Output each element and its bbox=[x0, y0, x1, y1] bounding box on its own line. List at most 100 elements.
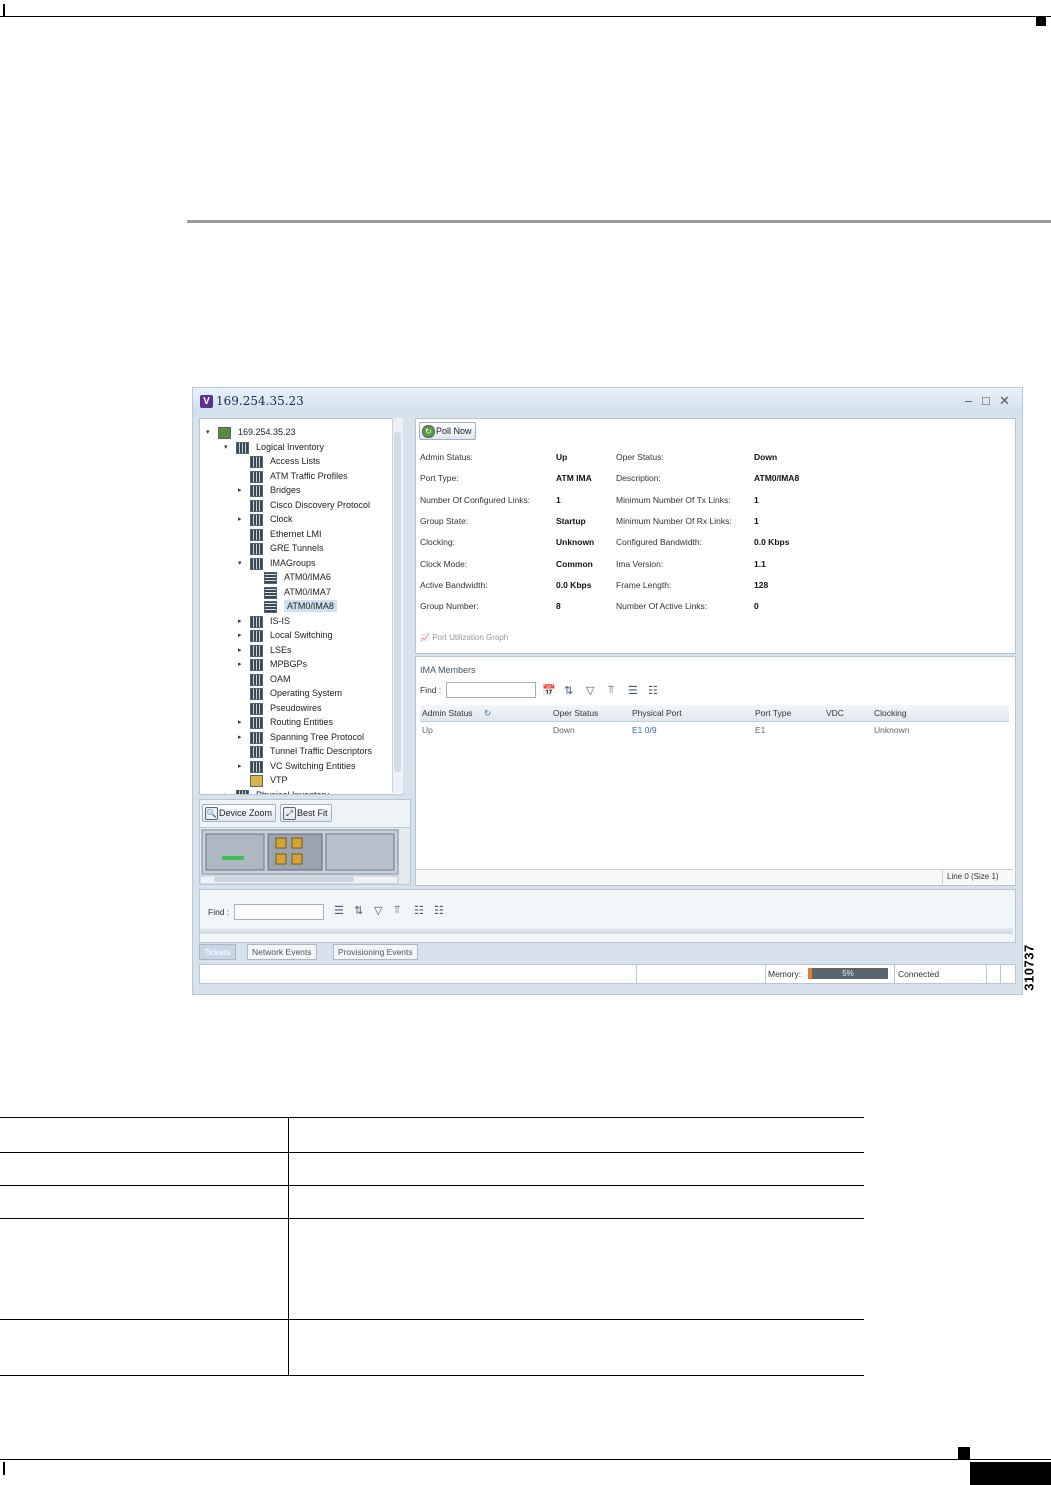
figure-id-text: 310737 bbox=[1021, 944, 1037, 991]
tree-item-atm0-ima6[interactable]: ATM0/IMA6 bbox=[284, 571, 331, 583]
sort-az-icon[interactable]: ⇅ bbox=[564, 684, 573, 697]
tree-expander-icon[interactable]: ▸ bbox=[238, 660, 242, 668]
line-count: Line 0 (Size 1) bbox=[942, 870, 999, 884]
sort-az-icon[interactable]: ⇅ bbox=[354, 904, 363, 917]
properties-panel: ↻ Poll Now 📈 Port Utilization Graph Admi… bbox=[415, 418, 1016, 654]
cell-physical-port-link[interactable]: E1 0/9 bbox=[632, 725, 657, 735]
col-vdc[interactable]: VDC bbox=[826, 708, 844, 718]
tree-item-atm0-ima7[interactable]: ATM0/IMA7 bbox=[284, 586, 331, 598]
tree-expander-icon[interactable]: ▸ bbox=[238, 733, 242, 741]
tree-item-logical-inventory[interactable]: Logical Inventory bbox=[256, 441, 324, 453]
tree-expander-icon[interactable]: ▸ bbox=[238, 486, 242, 494]
copy-icon[interactable]: ☷ bbox=[434, 904, 444, 917]
members-table-header: Admin Status ↻ Oper Status Physical Port… bbox=[420, 705, 1009, 722]
calendar-icon[interactable]: 📅 bbox=[542, 684, 556, 697]
col-port-type[interactable]: Port Type bbox=[755, 708, 791, 718]
tree-item-operating-system[interactable]: Operating System bbox=[270, 687, 342, 699]
cell-clocking: Unknown bbox=[874, 725, 910, 735]
events-find-input[interactable] bbox=[234, 904, 324, 920]
tree-expander-icon[interactable]: ▸ bbox=[224, 791, 228, 795]
export-icon[interactable]: ☰ bbox=[334, 904, 344, 917]
poll-now-button[interactable]: ↻ Poll Now bbox=[419, 422, 476, 440]
tree-expander-icon[interactable]: ▸ bbox=[238, 631, 242, 639]
col-physical-port[interactable]: Physical Port bbox=[632, 708, 682, 718]
table-row[interactable]: Up Down E1 0/9 E1 Unknown bbox=[420, 723, 1009, 737]
value-active-bandwidth: 0.0 Kbps bbox=[556, 579, 592, 590]
tree-item-ethernet-lmi[interactable]: Ethernet LMI bbox=[270, 528, 322, 540]
tree-item-vc-switching-entities[interactable]: VC Switching Entities bbox=[270, 760, 356, 772]
tree-expander-icon[interactable]: ▾ bbox=[238, 559, 242, 567]
close-button[interactable]: ✕ bbox=[999, 393, 1010, 409]
tree-item-cisco-discovery-protocol[interactable]: Cisco Discovery Protocol bbox=[270, 499, 370, 511]
device-zoom-button[interactable]: 🔍 Device Zoom bbox=[202, 804, 277, 822]
tree-item-gre-tunnels[interactable]: GRE Tunnels bbox=[270, 542, 324, 554]
tree-item-mpbgps[interactable]: MPBGPs bbox=[270, 658, 307, 670]
col-oper-status[interactable]: Oper Status bbox=[553, 708, 598, 718]
tab-tickets[interactable]: Tickets bbox=[199, 944, 236, 960]
minimize-button[interactable]: – bbox=[965, 393, 972, 408]
tree-item-is-is[interactable]: IS-IS bbox=[270, 615, 290, 627]
tree-scrollbar-thumb[interactable] bbox=[394, 432, 401, 772]
advanced-filter-icon[interactable]: ⫪ bbox=[394, 904, 400, 917]
col-admin-status[interactable]: Admin Status bbox=[422, 708, 473, 718]
tree-item-physical-inventory[interactable]: Physical Inventory bbox=[256, 789, 329, 795]
label-oper-status: Oper Status: bbox=[616, 452, 664, 462]
tab-network-events[interactable]: Network Events bbox=[247, 944, 317, 960]
tree-item-atm0-ima8[interactable]: ATM0/IMA8 bbox=[284, 600, 337, 612]
label-admin-status: Admin Status: bbox=[420, 452, 473, 462]
tree-item-pseudowires[interactable]: Pseudowires bbox=[270, 702, 322, 714]
page-crop-mark bbox=[3, 1462, 5, 1475]
members-find-input[interactable] bbox=[446, 682, 536, 698]
fit-icon: ⤢ bbox=[283, 807, 296, 820]
page-corner-mark bbox=[958, 1447, 970, 1459]
tree-item-bridges[interactable]: Bridges bbox=[270, 484, 301, 496]
tree-item-imagroups[interactable]: IMAGroups bbox=[270, 557, 316, 569]
tree-item-routing-entities[interactable]: Routing Entities bbox=[270, 716, 333, 728]
cell-admin-status: Up bbox=[422, 725, 433, 735]
tree-expander-icon[interactable]: ▸ bbox=[238, 718, 242, 726]
device-thumbnail-view[interactable] bbox=[199, 827, 411, 885]
folder-icon bbox=[250, 760, 263, 773]
tab-provisioning-events[interactable]: Provisioning Events bbox=[333, 944, 418, 960]
best-fit-button[interactable]: ⤢ Best Fit bbox=[280, 804, 332, 822]
value-configured-bandwidth: 0.0 Kbps bbox=[754, 537, 790, 548]
tree-expander-icon[interactable]: ▸ bbox=[238, 646, 242, 654]
filter-icon[interactable]: ▽ bbox=[586, 684, 594, 697]
sort-icon[interactable]: ↻ bbox=[484, 708, 491, 719]
port-utilization-graph-link[interactable]: 📈 Port Utilization Graph bbox=[420, 633, 508, 642]
maximize-button[interactable]: □ bbox=[982, 393, 990, 408]
tree-item-vtp[interactable]: VTP bbox=[270, 774, 288, 786]
export-icon[interactable]: ☰ bbox=[628, 684, 638, 697]
tree-expander-icon[interactable]: ▸ bbox=[238, 617, 242, 625]
filter-icon[interactable]: ▽ bbox=[374, 904, 382, 917]
print-icon[interactable]: ☷ bbox=[414, 904, 424, 917]
tree-expander-icon[interactable]: ▾ bbox=[206, 428, 210, 436]
tree-item-lses[interactable]: LSEs bbox=[270, 644, 292, 656]
print-icon[interactable]: ☷ bbox=[648, 684, 658, 697]
folder-icon bbox=[250, 485, 263, 497]
value-ima-version: 1.1 bbox=[754, 558, 766, 569]
tree-scrollbar[interactable] bbox=[392, 418, 403, 793]
tree-expander-icon[interactable]: ▸ bbox=[238, 762, 242, 770]
tree-item-oam[interactable]: OAM bbox=[270, 673, 291, 685]
tree-item-access-lists[interactable]: Access Lists bbox=[270, 455, 320, 467]
advanced-filter-icon[interactable]: ⫪ bbox=[608, 684, 614, 697]
tree-item-spanning-tree-protocol[interactable]: Spanning Tree Protocol bbox=[270, 731, 364, 743]
tree-expander-icon[interactable]: ▾ bbox=[224, 443, 228, 451]
status-cell-small-2 bbox=[1000, 965, 1015, 983]
tree-item-tunnel-traffic-descriptors[interactable]: Tunnel Traffic Descriptors bbox=[270, 745, 372, 757]
folder-icon bbox=[250, 688, 263, 700]
table-rule bbox=[0, 1117, 864, 1118]
events-table-header bbox=[200, 928, 1013, 934]
table-rule bbox=[0, 1218, 864, 1219]
tree-expander-icon[interactable]: ▸ bbox=[238, 515, 242, 523]
tree-item-local-switching[interactable]: Local Switching bbox=[270, 629, 333, 641]
tree-item-169-254-35-23[interactable]: 169.254.35.23 bbox=[238, 426, 296, 438]
col-clocking[interactable]: Clocking bbox=[874, 708, 907, 718]
table-column-divider bbox=[288, 1118, 289, 1375]
folder-icon bbox=[250, 746, 263, 758]
tree-item-atm-traffic-profiles[interactable]: ATM Traffic Profiles bbox=[270, 470, 348, 482]
folder-icon bbox=[236, 441, 249, 454]
device-zoom-label: Device Zoom bbox=[219, 808, 273, 818]
tree-item-clock[interactable]: Clock bbox=[270, 513, 293, 525]
